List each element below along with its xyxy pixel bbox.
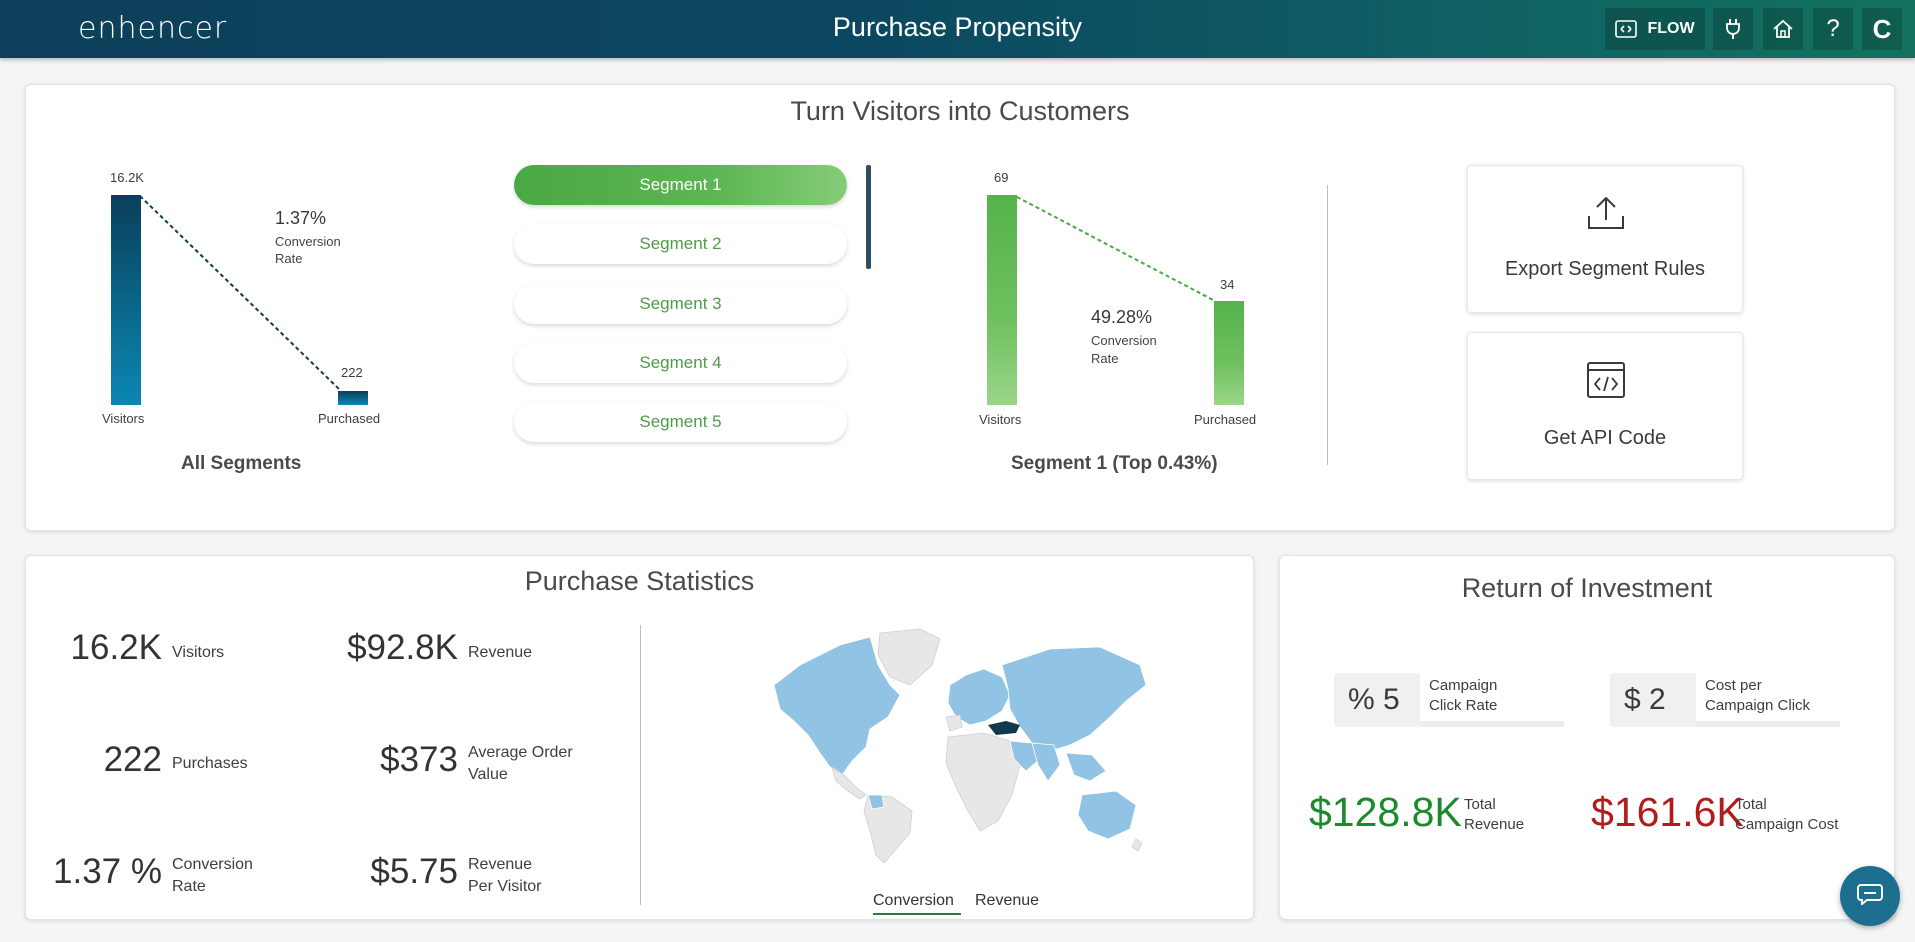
stat-conversion-label-2: Rate xyxy=(172,878,206,895)
get-api-code-label: Get API Code xyxy=(1543,427,1667,449)
stat-revenue-value: $92.8K xyxy=(347,628,458,667)
stat-visitors-label: Visitors xyxy=(172,644,225,661)
upload-icon xyxy=(1586,194,1626,237)
seg-purchased-label: Purchased xyxy=(1194,412,1257,427)
chat-launcher-button[interactable] xyxy=(1840,866,1900,926)
stats-divider xyxy=(640,625,641,905)
world-map[interactable] xyxy=(770,625,1150,865)
roi-title: Return of Investment xyxy=(1461,573,1713,603)
roi-card: Return of Investment xyxy=(1279,555,1895,920)
map-region-africa xyxy=(945,732,1021,832)
cpc-slider[interactable] xyxy=(1696,721,1840,727)
seg-visitors-label: Visitors xyxy=(979,412,1022,427)
total-revenue-label-1: Total xyxy=(1464,796,1496,813)
stat-aov-value: $373 xyxy=(380,740,458,779)
total-revenue-value: $128.8K xyxy=(1309,789,1462,835)
total-cost-label-2: Campaign Cost xyxy=(1735,816,1839,833)
tab-conversion[interactable]: Conversion xyxy=(873,892,954,910)
segment-caption: Segment 1 (Top 0.43%) xyxy=(1011,453,1218,474)
cpc-label-1: Cost per xyxy=(1705,677,1762,694)
seg-conversion-label-1: Conversion xyxy=(1091,333,1157,348)
map-region-southeast-asia xyxy=(1065,752,1107,782)
stat-aov-label-2: Value xyxy=(468,766,508,783)
total-revenue-label-2: Revenue xyxy=(1464,816,1525,833)
click-rate-label-1: Campaign xyxy=(1429,677,1498,694)
stat-visitors-value: 16.2K xyxy=(70,628,162,667)
map-region-australia xyxy=(1077,790,1137,840)
map-region-turkey xyxy=(988,721,1020,735)
stat-conversion-value: 1.37 % xyxy=(53,852,162,891)
chat-icon xyxy=(1857,883,1883,910)
stat-revenue-label: Revenue xyxy=(468,644,533,661)
map-region-greenland xyxy=(877,628,941,686)
stat-conversion-label-1: Conversion xyxy=(172,856,253,873)
map-region-new-zealand xyxy=(1131,838,1143,852)
seg-conversion-pct: 49.28% xyxy=(1091,307,1153,327)
click-rate-value: % 5 xyxy=(1348,683,1400,716)
total-cost-label-1: Total xyxy=(1735,796,1767,813)
map-region-asia xyxy=(1001,646,1147,752)
click-rate-label-2: Click Rate xyxy=(1429,697,1498,714)
seg-purchased-value: 34 xyxy=(1220,277,1235,292)
stat-rpv-label-1: Revenue xyxy=(468,856,533,873)
stat-rpv-value: $5.75 xyxy=(370,852,458,891)
stat-purchases-label: Purchases xyxy=(172,755,248,772)
funnel-divider xyxy=(1327,185,1328,465)
purchase-statistics-title: Purchase Statistics xyxy=(524,566,755,596)
tab-conversion-underline xyxy=(873,913,961,915)
export-segment-rules-label: Export Segment Rules xyxy=(1504,258,1706,280)
map-region-central-america xyxy=(831,766,867,800)
click-rate-slider[interactable] xyxy=(1420,721,1564,727)
cpc-value: $ 2 xyxy=(1624,683,1666,716)
map-region-iberia xyxy=(945,714,963,732)
total-cost-value: $161.6K xyxy=(1591,789,1744,835)
get-api-code-button[interactable]: Get API Code xyxy=(1467,332,1743,480)
cpc-label-2: Campaign Click xyxy=(1705,697,1811,714)
export-segment-rules-button[interactable]: Export Segment Rules xyxy=(1467,165,1743,313)
seg-purchased-bar xyxy=(1214,301,1244,405)
seg-conversion-label-2: Rate xyxy=(1091,351,1119,366)
tab-revenue[interactable]: Revenue xyxy=(975,892,1039,910)
stat-rpv-label-2: Per Visitor xyxy=(468,878,542,895)
code-icon xyxy=(1586,361,1626,404)
stat-aov-label-1: Average Order xyxy=(468,744,573,761)
stat-purchases-value: 222 xyxy=(103,740,162,779)
